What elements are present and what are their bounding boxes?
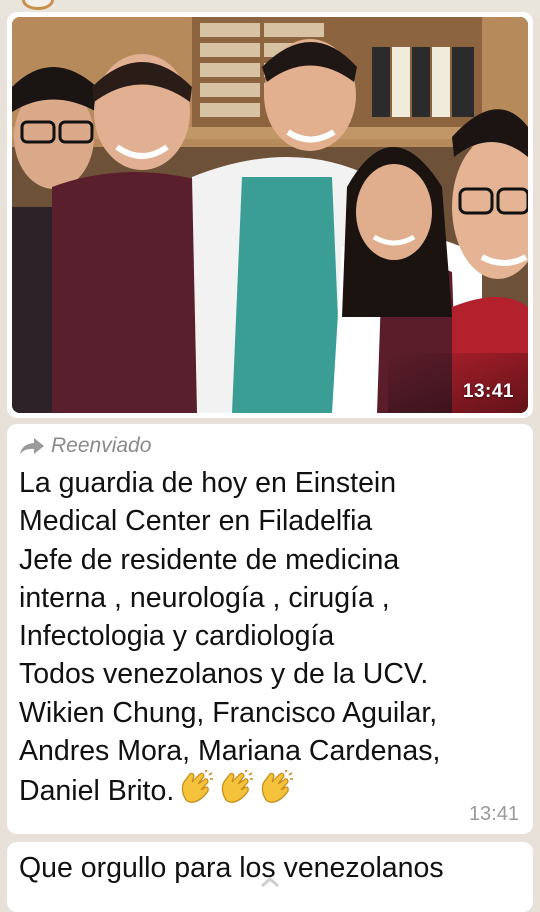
scroll-down-button[interactable] <box>258 872 282 892</box>
clapping-hands-icon <box>178 769 214 814</box>
message-line: Andres Mora, Mariana Cardenas, <box>19 735 441 768</box>
message-timestamp: 13:41 <box>468 803 519 825</box>
group-photo[interactable]: 13:41 <box>12 17 528 413</box>
chevron-up-icon <box>261 877 279 888</box>
message-line: Medical Center en Filadelfia <box>19 505 373 538</box>
message-line: Infectologia y cardiología <box>19 620 335 653</box>
message-body: La guardia de hoy en Einstein Medical Cen… <box>19 464 524 815</box>
message-line: Wikien Chung, Francisco Aguilar, <box>19 696 438 729</box>
message-line: La guardia de hoy en Einstein <box>19 467 397 499</box>
next-message-text: Que orgullo para los venezolanos <box>19 852 444 884</box>
clapping-hands-icon <box>258 769 294 814</box>
clapping-hands-icon <box>218 769 254 814</box>
message-line: interna , neurología , cirugía , <box>19 581 390 614</box>
forwarded-label: Reenviado <box>51 434 152 457</box>
forwarded-indicator: Reenviado <box>19 434 151 458</box>
forward-arrow-icon <box>20 438 44 454</box>
photo-timestamp: 13:41 <box>462 381 514 402</box>
message-line: Jefe de residente de medicina <box>19 543 400 576</box>
message-line-last: Daniel Brito. <box>19 769 524 814</box>
photo-message-bubble[interactable]: 13:41 <box>7 12 533 418</box>
message-line: Daniel Brito. <box>19 775 175 808</box>
previous-message-thumbnail <box>22 0 54 10</box>
message-line: Todos venezolanos y de la UCV. <box>19 658 429 691</box>
forwarded-text-message-bubble[interactable]: Reenviado La guardia de hoy en Einstein M… <box>7 424 533 834</box>
